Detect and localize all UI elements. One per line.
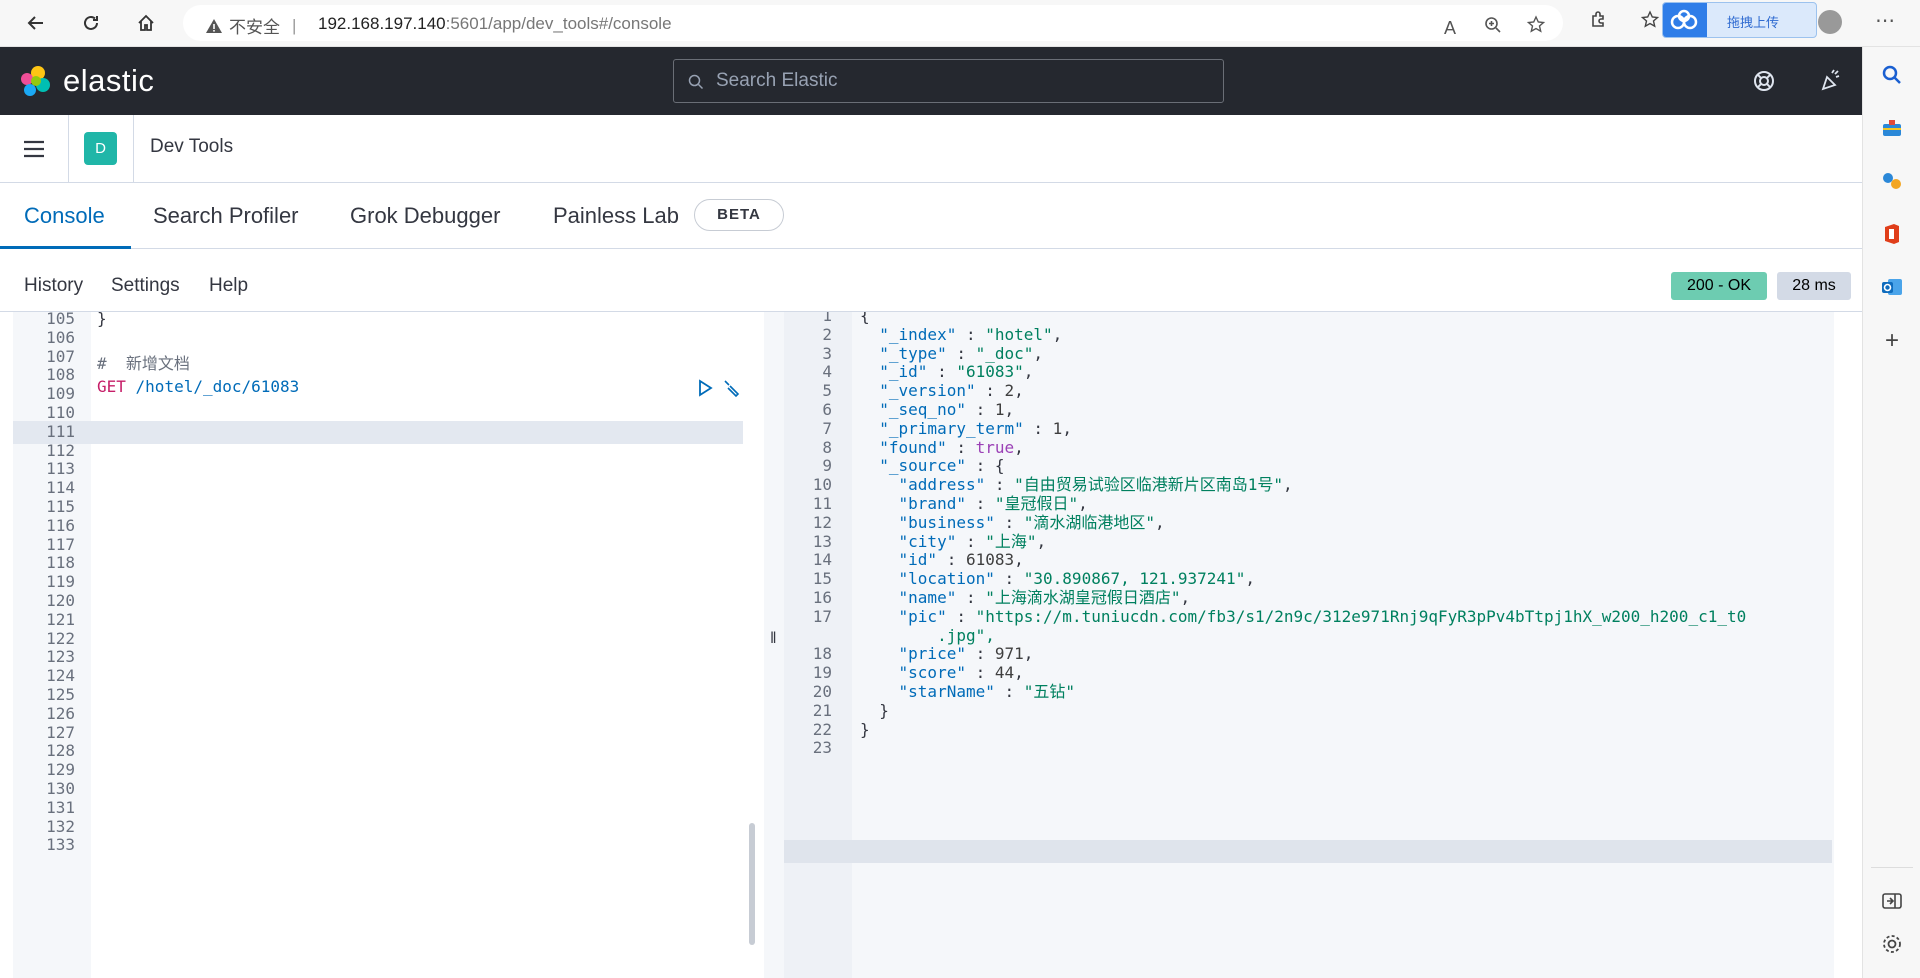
active-tab-indicator bbox=[0, 246, 131, 249]
json-line: "starName" : "五钻" bbox=[898, 682, 1076, 701]
line-number: 23 bbox=[812, 738, 832, 758]
request-editor[interactable]: 105 106 107 108 109 110 111 112 113 114 115 116 117 1… bbox=[13, 312, 757, 978]
request-path: /hotel/_doc/61083 bbox=[125, 377, 300, 396]
active-line-highlight bbox=[13, 421, 743, 444]
elastic-logo-text[interactable]: elastic bbox=[63, 63, 154, 99]
tab-painless-lab[interactable]: Painless Lab bbox=[553, 203, 679, 229]
url-path: :5601/app/dev_tools#/console bbox=[445, 14, 672, 33]
beta-badge: BETA bbox=[694, 199, 784, 231]
sidebar-toggle-icon[interactable] bbox=[1880, 889, 1904, 913]
active-line-highlight bbox=[784, 840, 1832, 863]
divider bbox=[133, 115, 134, 183]
dev-tools-tabs: Console Search Profiler Grok Debugger Pa… bbox=[0, 183, 1862, 249]
menu-icon[interactable] bbox=[22, 137, 46, 161]
wrench-icon[interactable] bbox=[721, 377, 743, 399]
profile-avatar[interactable] bbox=[1818, 10, 1842, 34]
divider bbox=[68, 115, 69, 183]
global-search[interactable] bbox=[673, 59, 1224, 103]
app-badge[interactable]: D bbox=[84, 132, 117, 165]
scrollbar[interactable] bbox=[749, 823, 755, 945]
response-time-badge: 28 ms bbox=[1777, 272, 1851, 300]
settings-link[interactable]: Settings bbox=[111, 275, 180, 297]
page-title: Dev Tools bbox=[150, 136, 234, 157]
gear-icon[interactable] bbox=[1880, 932, 1904, 956]
line-number: 133 bbox=[46, 835, 75, 855]
home-icon[interactable] bbox=[130, 8, 162, 38]
tools-icon[interactable] bbox=[1880, 116, 1904, 140]
read-aloud-icon[interactable]: A bbox=[1437, 15, 1463, 41]
browser-sidebar: + bbox=[1862, 47, 1920, 978]
help-link[interactable]: Help bbox=[209, 275, 248, 297]
history-link[interactable]: History bbox=[24, 275, 83, 297]
search-input[interactable] bbox=[716, 68, 1196, 94]
more-options-icon[interactable]: ⋯ bbox=[1872, 8, 1898, 34]
help-icon[interactable] bbox=[1752, 69, 1776, 93]
app-breadcrumb-bar: D Dev Tools bbox=[0, 115, 1862, 183]
url-host: 192.168.197.140 bbox=[318, 14, 446, 33]
code-comment: # 新增文档 bbox=[97, 354, 190, 373]
warning-icon bbox=[206, 18, 222, 33]
response-viewer[interactable]: 1 2 3 4 5 6 7 8 9 10 11 12 13 14 15 16 17 18 19 20 21 22 23 { … bbox=[784, 312, 1834, 978]
search-icon bbox=[688, 74, 704, 90]
code-request-line: GET /hotel/_doc/61083 bbox=[97, 375, 299, 398]
send-request-icon[interactable] bbox=[695, 378, 715, 398]
address-bar[interactable]: 不安全 | 192.168.197.140:5601/app/dev_tools… bbox=[183, 5, 1563, 41]
newsfeed-icon[interactable] bbox=[1818, 67, 1844, 93]
cloud-icon bbox=[1663, 3, 1707, 37]
insecure-label: 不安全 bbox=[229, 18, 280, 37]
office-icon[interactable] bbox=[1880, 222, 1904, 246]
search-icon[interactable] bbox=[1880, 63, 1904, 87]
upload-button[interactable]: 拖拽上传 bbox=[1662, 2, 1817, 38]
browser-toolbar: 不安全 | 192.168.197.140:5601/app/dev_tools… bbox=[0, 0, 1920, 47]
tab-grok-debugger[interactable]: Grok Debugger bbox=[350, 203, 500, 229]
back-icon[interactable] bbox=[20, 8, 52, 38]
elastic-logo-icon[interactable] bbox=[18, 64, 54, 100]
code-close-brace: } bbox=[97, 312, 107, 328]
status-badge: 200 - OK bbox=[1671, 272, 1767, 300]
tab-console[interactable]: Console bbox=[24, 203, 105, 229]
divider bbox=[1871, 867, 1913, 868]
tab-search-profiler[interactable]: Search Profiler bbox=[153, 203, 299, 229]
refresh-icon[interactable] bbox=[75, 8, 107, 38]
games-icon[interactable] bbox=[1880, 169, 1904, 193]
upload-label: 拖拽上传 bbox=[1727, 15, 1780, 30]
outlook-icon[interactable] bbox=[1880, 275, 1904, 299]
zoom-icon[interactable] bbox=[1480, 15, 1506, 41]
elastic-header: elastic bbox=[0, 47, 1862, 115]
extensions-icon[interactable] bbox=[1586, 10, 1612, 36]
resize-handle-icon[interactable]: ‖ bbox=[770, 630, 777, 648]
url-text[interactable]: 192.168.197.140:5601/app/dev_tools#/cons… bbox=[318, 14, 672, 34]
console-toolbar: History Settings Help 200 - OK 28 ms bbox=[0, 250, 1862, 312]
favorite-add-icon[interactable] bbox=[1523, 15, 1549, 41]
json-line: } bbox=[860, 719, 870, 739]
add-icon[interactable]: + bbox=[1880, 329, 1904, 353]
request-method: GET bbox=[97, 377, 126, 396]
favorites-icon[interactable] bbox=[1637, 10, 1663, 36]
security-indicator[interactable]: 不安全 | bbox=[205, 13, 296, 38]
